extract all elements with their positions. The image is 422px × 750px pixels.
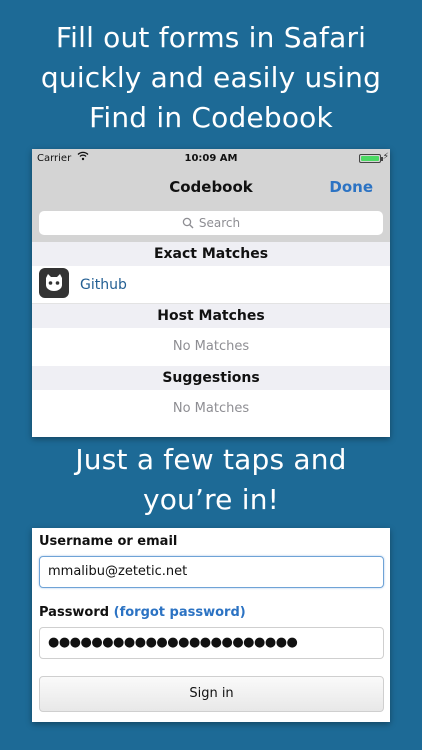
password-mask: ●●●●●●●●●●●●●●●●●●●●●●● (48, 635, 298, 650)
headline-line: quickly and easily using (40, 61, 382, 94)
list-item-github[interactable]: Github (32, 266, 390, 304)
list-item-label: Github (80, 277, 127, 293)
search-icon (182, 217, 194, 229)
headline-top: Fill out forms in Safari quickly and eas… (0, 18, 422, 138)
headline-line: Fill out forms in Safari (55, 21, 367, 54)
search-placeholder: Search (198, 216, 241, 230)
username-field[interactable]: mmalibu@zetetic.net (39, 556, 384, 588)
section-header-host: Host Matches (32, 304, 390, 328)
headline-bottom: Just a few taps and you’re in! (0, 440, 422, 520)
done-button[interactable]: Done (329, 178, 373, 196)
github-icon (39, 268, 69, 298)
status-time: 10:09 AM (184, 153, 238, 164)
empty-state-host: No Matches (32, 328, 390, 366)
username-label: Username or email (39, 534, 178, 549)
battery-fill (361, 156, 379, 161)
headline-line: Find in Codebook (89, 101, 333, 134)
password-label-row: Password (forgot password) (39, 605, 246, 620)
section-header-suggestions: Suggestions (32, 366, 390, 390)
login-form: Username or email mmalibu@zetetic.net Pa… (32, 528, 390, 722)
empty-state-suggestions: No Matches (32, 390, 390, 428)
search-input[interactable]: Search (39, 211, 383, 235)
search-bar: Search (32, 205, 390, 242)
password-label: Password (39, 605, 110, 620)
password-field[interactable]: ●●●●●●●●●●●●●●●●●●●●●●● (39, 627, 384, 659)
status-bar: Carrier 10:09 AM ⚡ (32, 149, 390, 168)
headline-line: Just a few taps and (75, 443, 347, 476)
nav-bar: Codebook Done (32, 168, 390, 205)
headline-line: you’re in! (142, 483, 280, 516)
battery-icon (359, 154, 381, 163)
forgot-password-link[interactable]: (forgot password) (114, 605, 246, 620)
sign-in-button[interactable]: Sign in (39, 676, 384, 712)
section-header-exact: Exact Matches (32, 242, 390, 266)
codebook-screen: Carrier 10:09 AM ⚡ Codebook Done Search … (32, 149, 390, 437)
charging-icon: ⚡ (382, 152, 389, 162)
